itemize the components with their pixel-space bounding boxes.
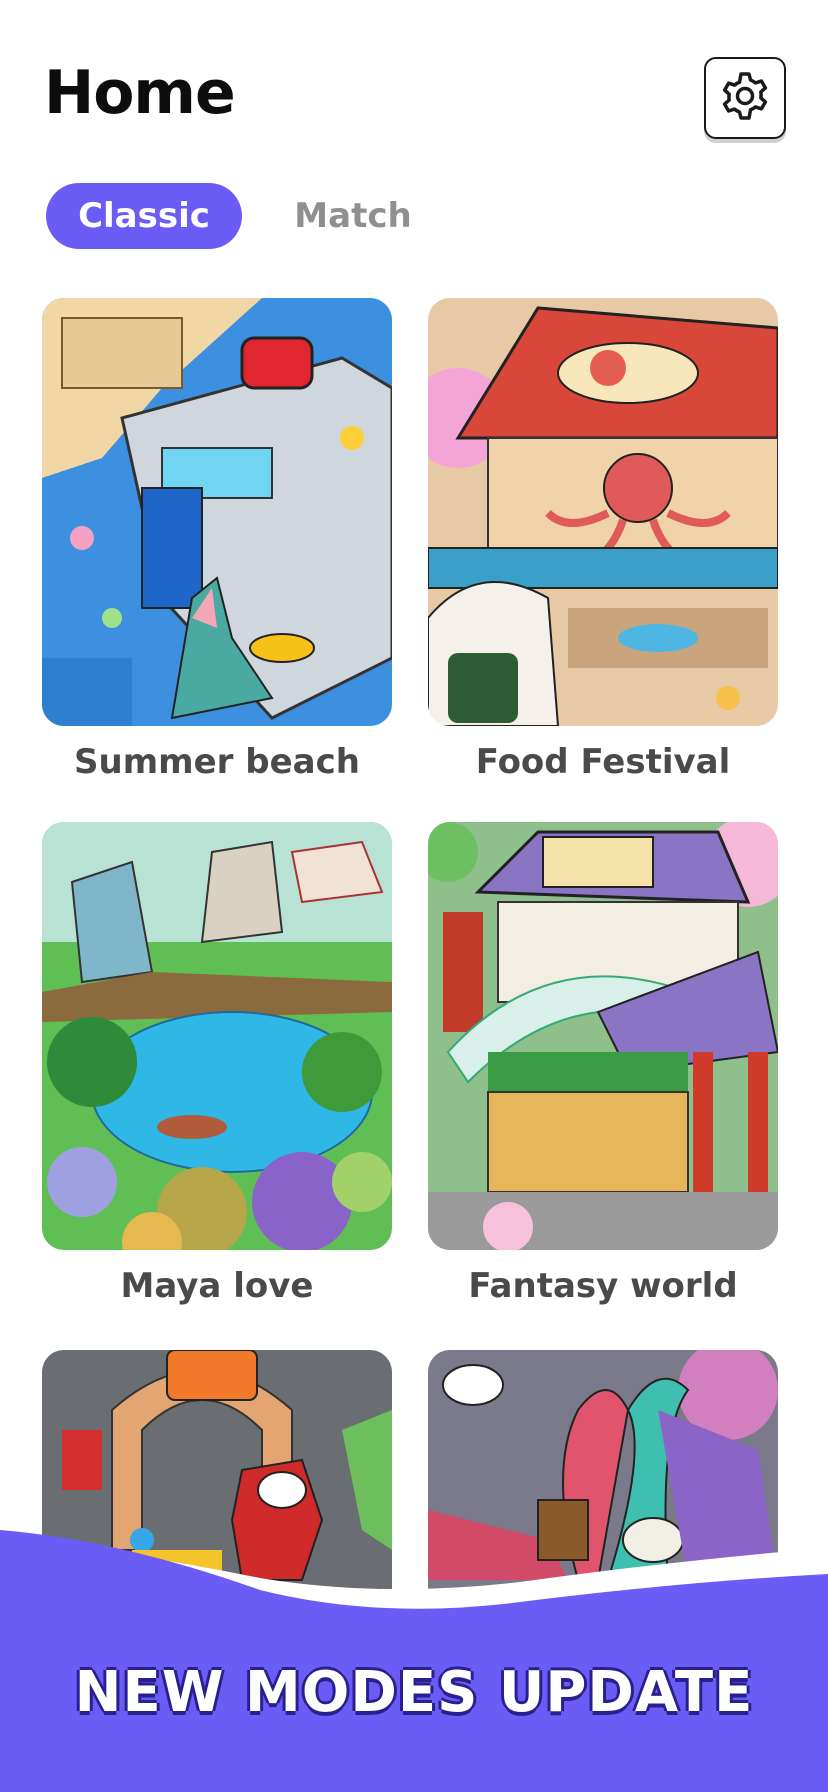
level-name: Summer beach — [74, 742, 360, 782]
level-thumbnail[interactable] — [428, 822, 778, 1250]
gear-icon — [719, 70, 771, 126]
level-card-fantasy-world[interactable]: Fantasy world — [428, 822, 778, 1306]
page-title: Home — [44, 58, 236, 128]
level-thumbnail[interactable] — [42, 298, 392, 726]
level-name: Fantasy world — [468, 1266, 738, 1306]
level-thumbnail[interactable] — [428, 298, 778, 726]
level-card-maya-love[interactable]: Maya love — [42, 822, 392, 1306]
home-screen: Home Classic Match Summer beach Food Fes… — [0, 0, 828, 1792]
new-modes-banner[interactable]: NEW MODES UPDATE — [0, 1530, 828, 1792]
level-card-summer-beach[interactable]: Summer beach — [42, 298, 392, 782]
level-name: Maya love — [120, 1266, 314, 1306]
banner-title: NEW MODES UPDATE — [74, 1660, 754, 1725]
settings-button[interactable] — [704, 57, 786, 139]
level-thumbnail[interactable] — [42, 822, 392, 1250]
tab-match[interactable]: Match — [278, 183, 428, 249]
level-card-food-festival[interactable]: Food Festival — [428, 298, 778, 782]
tab-classic[interactable]: Classic — [46, 183, 242, 249]
level-name: Food Festival — [475, 742, 731, 782]
